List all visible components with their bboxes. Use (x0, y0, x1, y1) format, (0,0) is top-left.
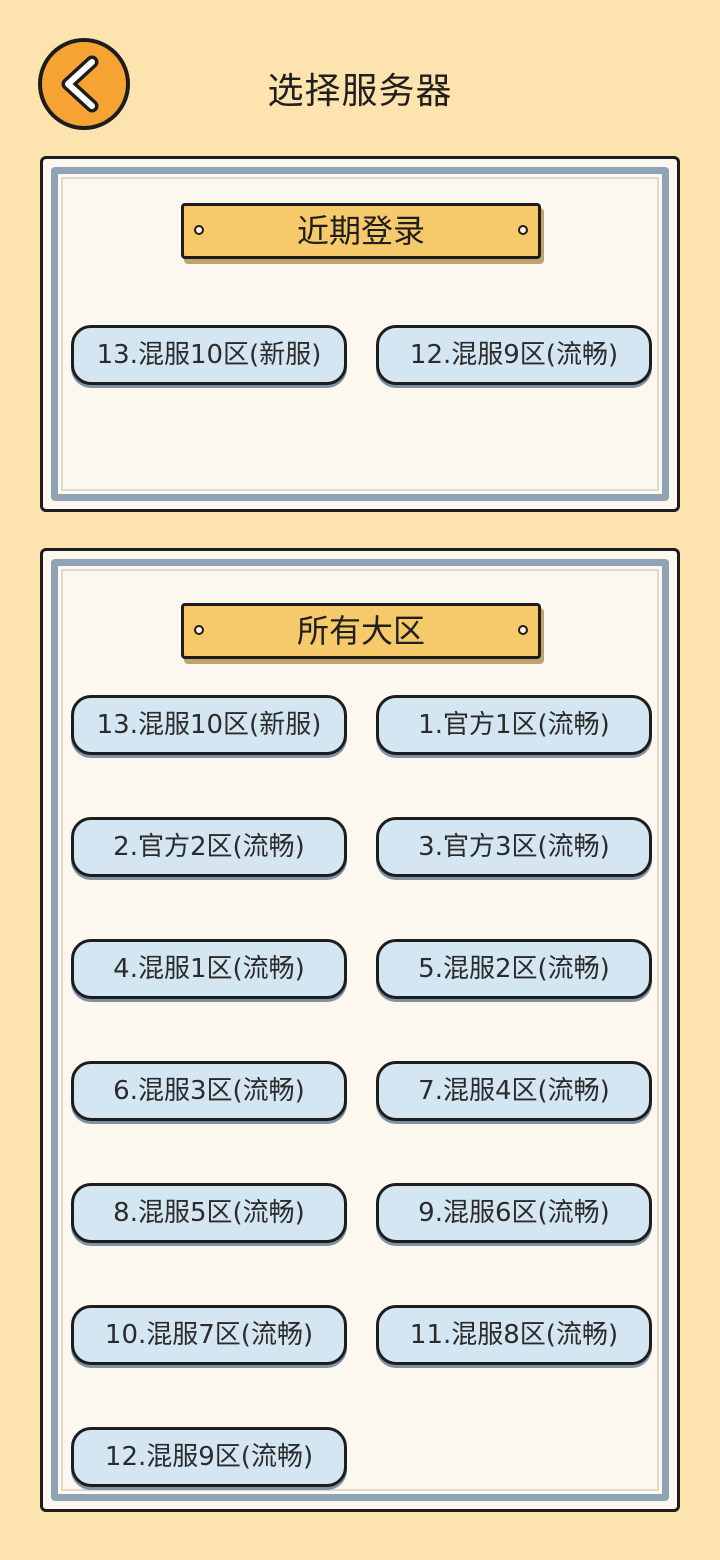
ribbon-rivet-icon (518, 625, 528, 635)
recent-server-button[interactable]: 12.混服9区(流畅) (376, 325, 652, 385)
server-button[interactable]: 8.混服5区(流畅) (71, 1183, 347, 1243)
server-button[interactable]: 7.混服4区(流畅) (376, 1061, 652, 1121)
ribbon-rivet-icon (194, 225, 204, 235)
all-servers-panel: 所有大区 13.混服10区(新服) 1.官方1区(流畅) 2.官方2区(流畅) … (40, 548, 680, 1512)
recent-server-button[interactable]: 13.混服10区(新服) (71, 325, 347, 385)
all-section-header: 所有大区 (181, 603, 541, 659)
server-button[interactable]: 3.官方3区(流畅) (376, 817, 652, 877)
page-title: 选择服务器 (267, 71, 453, 112)
all-section-title: 所有大区 (296, 612, 425, 650)
server-button[interactable]: 5.混服2区(流畅) (376, 939, 652, 999)
server-button[interactable]: 1.官方1区(流畅) (376, 695, 652, 755)
ribbon-rivet-icon (518, 225, 528, 235)
server-button[interactable]: 2.官方2区(流畅) (71, 817, 347, 877)
server-button[interactable]: 10.混服7区(流畅) (71, 1305, 347, 1365)
server-button[interactable]: 13.混服10区(新服) (71, 695, 347, 755)
server-button[interactable]: 12.混服9区(流畅) (71, 1427, 347, 1487)
recent-section-header: 近期登录 (181, 203, 541, 259)
recent-section-title: 近期登录 (296, 212, 425, 250)
recent-servers-panel: 近期登录 13.混服10区(新服) 12.混服9区(流畅) (40, 156, 680, 512)
server-button[interactable]: 11.混服8区(流畅) (376, 1305, 652, 1365)
server-button[interactable]: 6.混服3区(流畅) (71, 1061, 347, 1121)
server-button[interactable]: 9.混服6区(流畅) (376, 1183, 652, 1243)
server-button[interactable]: 4.混服1区(流畅) (71, 939, 347, 999)
ribbon-rivet-icon (194, 625, 204, 635)
